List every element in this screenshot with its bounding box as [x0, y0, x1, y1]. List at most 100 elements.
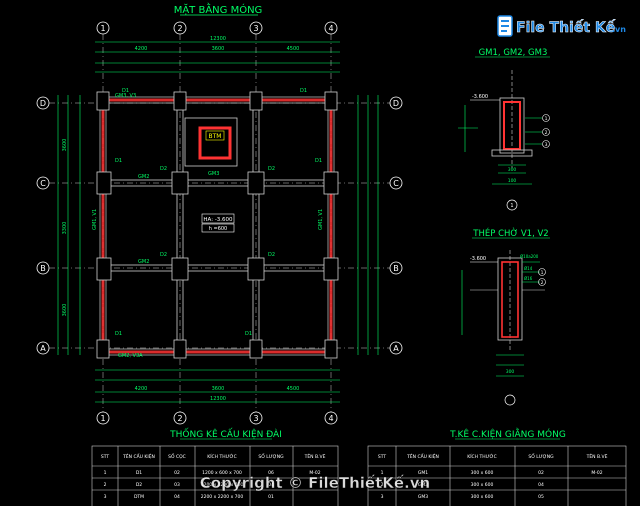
- table1-cell: DTM: [134, 494, 144, 500]
- grid-1-top: 1: [100, 24, 105, 33]
- table2-cell: 300 x 600: [471, 482, 494, 488]
- table2-header-qty: SỐ LƯỢNG: [528, 452, 554, 460]
- section2-width-dim: 300: [506, 369, 515, 375]
- grid-2-top: 2: [177, 24, 182, 33]
- span-dim-3-top: 4500: [287, 46, 300, 52]
- footing-label: D2: [160, 252, 167, 258]
- pit-label: BTM: [209, 133, 222, 140]
- grid-2-bottom: 2: [177, 414, 182, 423]
- beam-label: GM2: [138, 259, 149, 265]
- grid-1-bottom: 1: [100, 414, 105, 423]
- section2-title: THÉP CHỜ V1, V2: [472, 227, 548, 239]
- grid-c-left: C: [40, 179, 46, 188]
- section2-rebar-3: Ø16: [524, 276, 533, 281]
- beam-label: GM2: [138, 174, 149, 180]
- grid-d-left: D: [40, 99, 46, 108]
- bay-dim-3-left: 3600: [62, 304, 68, 317]
- plan-title: MẶT BẰNG MÓNG: [174, 2, 263, 16]
- section2-level: -3.600: [470, 256, 486, 262]
- beam-label: GM1, V1: [92, 209, 98, 230]
- grid-3-top: 3: [253, 24, 258, 33]
- logo-text: File Thiết Kế: [516, 19, 616, 36]
- beam-label: GM1, V1: [318, 209, 324, 230]
- table1-header-stt: STT: [101, 454, 110, 460]
- overall-dim-bottom: 12300: [210, 396, 226, 402]
- bay-dim-1-left: 3600: [62, 139, 68, 152]
- elevator-pit: BTM: [184, 117, 238, 167]
- grid-4-bottom: 4: [328, 414, 333, 423]
- table2-cell: M-02: [591, 470, 602, 476]
- span-dim-2-top: 3600: [212, 46, 225, 52]
- footing-label: D1: [245, 331, 252, 337]
- span-dim-3-bottom: 4500: [287, 386, 300, 392]
- table1-header-piles: SỐ CỌC: [168, 452, 186, 460]
- grid-a-right: A: [393, 344, 399, 353]
- section2-rebar-2: Ø14: [524, 266, 533, 271]
- section1-callout-1: 1: [545, 116, 548, 122]
- grid-b-left: B: [40, 264, 46, 273]
- beam-label: GM2, V3A: [118, 353, 143, 359]
- section1-base-dim: 100: [508, 178, 517, 184]
- table2-header-stt: STT: [378, 454, 387, 460]
- table2-title: T.KÊ C.KIỆN GIẰNG MÓNG: [449, 427, 566, 440]
- table1-cell: 02: [174, 470, 180, 476]
- section1-width-dim: 300: [508, 167, 517, 173]
- table2-cell: 04: [538, 482, 544, 488]
- section1-drawing: [458, 70, 550, 211]
- top-grid-bubbles: 1 2 3 4: [96, 21, 338, 35]
- footing-label: D2: [160, 166, 167, 172]
- table1-header: STT TÊN CẤU KIỆN SỐ CỌC KÍCH THƯỚC SỐ LƯ…: [101, 452, 326, 460]
- table2-cell: GM3: [418, 494, 428, 500]
- table1-cell: 1: [104, 470, 107, 476]
- section1-level: -3.600: [472, 94, 488, 100]
- section1-cut-mark: 1: [510, 203, 513, 209]
- overall-dim-top: 12300: [210, 36, 226, 42]
- table1-cell: D1: [136, 470, 142, 476]
- section2-rebar-1: Ø10a200: [520, 254, 539, 259]
- section1-callout-2: 2: [545, 130, 548, 136]
- footing-label: D1: [115, 331, 122, 337]
- grid-c-right: C: [393, 179, 399, 188]
- table2-cell: 300 x 600: [471, 494, 494, 500]
- logo-suffix: .vn: [612, 25, 626, 34]
- table1-title: THỐNG KÊ CẤU KIỆN ĐÀI: [169, 427, 282, 440]
- table1-cell: 2200 x 2200 x 700: [201, 494, 244, 500]
- table2-header-size: KÍCH THƯỚC: [467, 453, 496, 460]
- section2-callout-1: 1: [541, 270, 544, 276]
- section1-callout-3: 3: [545, 142, 548, 148]
- table2-header: STT TÊN CẤU KIỆN KÍCH THƯỚC SỐ LƯỢNG TÊN…: [378, 452, 608, 460]
- section2-callout-2: 2: [541, 280, 544, 286]
- table1-cell: 01: [268, 494, 274, 500]
- level-tag-text: HA: -3.600: [203, 217, 233, 223]
- footing-label: D1: [315, 158, 322, 164]
- bay-dim-2-left: 3300: [62, 222, 68, 235]
- bottom-grid-bubbles: 1 2 3 4: [96, 411, 338, 425]
- footing-label: D2: [268, 166, 275, 172]
- table2-cell: 3: [381, 494, 384, 500]
- table2-header-name: TÊN CẤU KIỆN: [406, 452, 439, 460]
- copyright-watermark: Copyright © FileThiếtKế.vn: [200, 473, 430, 492]
- table1-header-drawing: TÊN B.VẼ: [304, 452, 326, 460]
- table1-cell: 3: [104, 494, 107, 500]
- beam-label: GM3, V3: [115, 93, 136, 99]
- beam-label: GM3: [208, 171, 219, 177]
- table1-header-name: TÊN CẤU KIỆN: [122, 452, 155, 460]
- cad-drawing-canvas: MẶT BẰNG MÓNG 1 2 3 4 1 2 3 4 D C B A D …: [36, 2, 627, 506]
- span-dim-2-bottom: 3600: [212, 386, 225, 392]
- table1-header-size: KÍCH THƯỚC: [207, 453, 236, 460]
- level-tag: HA: -3.600 h =600: [201, 213, 235, 233]
- site-logo: File Thiết Kế .vn: [497, 15, 626, 37]
- table2-cell: 300 x 600: [471, 470, 494, 476]
- grid-b-right: B: [393, 264, 399, 273]
- table1-header-qty: SỐ LƯỢNG: [258, 452, 284, 460]
- span-dim-1-top: 4200: [135, 46, 148, 52]
- footing-label: D2: [268, 252, 275, 258]
- table1-cell: 04: [174, 494, 180, 500]
- grid-a-left: A: [40, 344, 46, 353]
- table1-cell: D2: [136, 482, 142, 488]
- table1-cell: 03: [174, 482, 180, 488]
- grid-3-bottom: 3: [253, 414, 258, 423]
- grid-d-right: D: [393, 99, 399, 108]
- footing-label: D1: [115, 158, 122, 164]
- table1-cell: 2: [104, 482, 107, 488]
